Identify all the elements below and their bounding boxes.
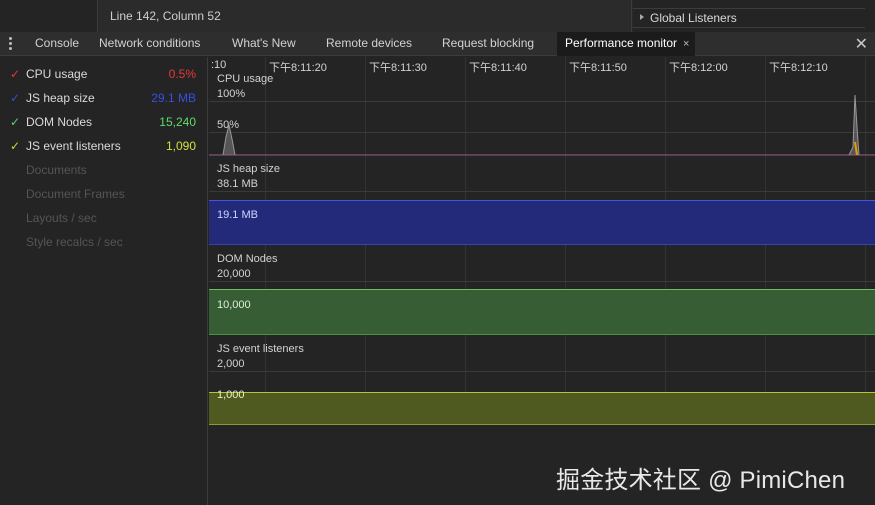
metric-layouts-per-sec[interactable]: Layouts / sec — [0, 207, 207, 231]
metric-label: Style recalcs / sec — [26, 235, 123, 249]
cursor-position: Line 142, Column 52 — [110, 9, 221, 23]
heap-area — [209, 200, 875, 245]
editor-status-bar: Line 142, Column 52 — [99, 0, 632, 32]
metric-value: 29.1 MB — [151, 91, 196, 105]
metric-document-frames[interactable]: Document Frames — [0, 183, 207, 207]
top-strip: Line 142, Column 52 Global Listeners — [0, 0, 875, 32]
checkmark-icon[interactable]: ✓ — [10, 115, 20, 129]
dom-gridline — [209, 281, 875, 282]
metric-value: 0.5% — [168, 67, 196, 81]
time-tick: 下午8:11:20 — [269, 62, 327, 74]
time-tick: 下午8:11:40 — [469, 62, 527, 74]
chart-separator — [209, 155, 875, 156]
cpu-usage-graph — [209, 94, 875, 156]
metric-documents[interactable]: Documents — [0, 159, 207, 183]
time-tick: :10 — [211, 59, 227, 71]
listeners-chart-title: JS event listeners — [217, 343, 304, 355]
global-listeners-row[interactable]: Global Listeners — [633, 8, 865, 28]
dom-nodes-area — [209, 289, 875, 335]
dom-scale-max: 20,000 — [217, 268, 251, 280]
tab-request-blocking[interactable]: Request blocking — [442, 32, 534, 56]
metric-dom-nodes[interactable]: ✓ DOM Nodes 15,240 — [0, 111, 207, 135]
metric-value: 15,240 — [159, 115, 196, 129]
global-listeners-pane: Global Listeners — [633, 0, 875, 32]
tab-label: Remote devices — [326, 36, 413, 50]
metric-js-event-listeners[interactable]: ✓ JS event listeners 1,090 — [0, 135, 207, 159]
checkmark-icon[interactable]: ✓ — [10, 67, 20, 81]
checkmark-icon[interactable]: ✓ — [10, 91, 20, 105]
heap-chart-title: JS heap size — [217, 163, 280, 175]
time-tick: 下午8:11:30 — [369, 62, 427, 74]
listeners-scale-mid: 1,000 — [217, 389, 245, 401]
metric-label: Layouts / sec — [26, 211, 97, 225]
more-options-icon[interactable] — [9, 37, 13, 51]
time-tick: 下午8:12:00 — [669, 62, 728, 74]
metrics-panel: ✓ CPU usage 0.5% ✓ JS heap size 29.1 MB … — [0, 57, 208, 505]
metric-label: CPU usage — [26, 67, 88, 81]
time-tick: 下午8:11:50 — [569, 62, 627, 74]
cpu-chart-title: CPU usage — [217, 73, 274, 85]
metric-label: Documents — [26, 163, 87, 177]
watermark: 掘金技术社区 @ PimiChen — [556, 467, 846, 494]
tab-label: Network conditions — [99, 36, 201, 50]
checkmark-icon[interactable]: ✓ — [10, 139, 20, 153]
metric-label: DOM Nodes — [26, 115, 93, 129]
listeners-gridline — [209, 371, 875, 372]
dom-chart-title: DOM Nodes — [217, 253, 278, 265]
listeners-area — [209, 392, 875, 425]
listeners-scale-max: 2,000 — [217, 358, 245, 370]
performance-chart-area: :10 下午8:11:20 下午8:11:30 下午8:11:40 下午8:11… — [209, 57, 875, 505]
close-tab-icon[interactable]: × — [683, 38, 689, 50]
tab-remote-devices[interactable]: Remote devices — [326, 32, 412, 56]
global-listeners-label: Global Listeners — [650, 11, 737, 25]
top-left-pane — [0, 0, 98, 32]
time-tick: 下午8:12:10 — [769, 62, 828, 74]
drawer-tab-bar: Console Network conditions What's New Re… — [0, 32, 875, 56]
metric-label: Document Frames — [26, 187, 125, 201]
close-drawer-icon[interactable]: ✕ — [855, 34, 868, 54]
metric-cpu-usage[interactable]: ✓ CPU usage 0.5% — [0, 63, 207, 87]
tab-performance-monitor[interactable]: Performance monitor × — [557, 32, 696, 56]
metric-js-heap-size[interactable]: ✓ JS heap size 29.1 MB — [0, 87, 207, 111]
tab-label: Performance monitor — [565, 36, 678, 50]
tab-whats-new[interactable]: What's New — [232, 32, 296, 56]
metric-label: JS heap size — [26, 91, 95, 105]
tab-label: What's New — [232, 36, 296, 50]
heap-scale-mid: 19.1 MB — [217, 209, 258, 221]
metric-value: 1,090 — [165, 139, 196, 153]
metric-style-recalcs-per-sec[interactable]: Style recalcs / sec — [0, 231, 207, 255]
expand-triangle-icon[interactable] — [640, 14, 644, 20]
tab-label: Request blocking — [442, 36, 535, 50]
heap-scale-max: 38.1 MB — [217, 178, 258, 190]
tab-console[interactable]: Console — [35, 32, 79, 56]
heap-gridline — [209, 191, 875, 192]
tab-network-conditions[interactable]: Network conditions — [99, 32, 200, 56]
dom-scale-mid: 10,000 — [217, 299, 251, 311]
metric-label: JS event listeners — [26, 139, 121, 153]
tab-label: Console — [35, 36, 80, 50]
